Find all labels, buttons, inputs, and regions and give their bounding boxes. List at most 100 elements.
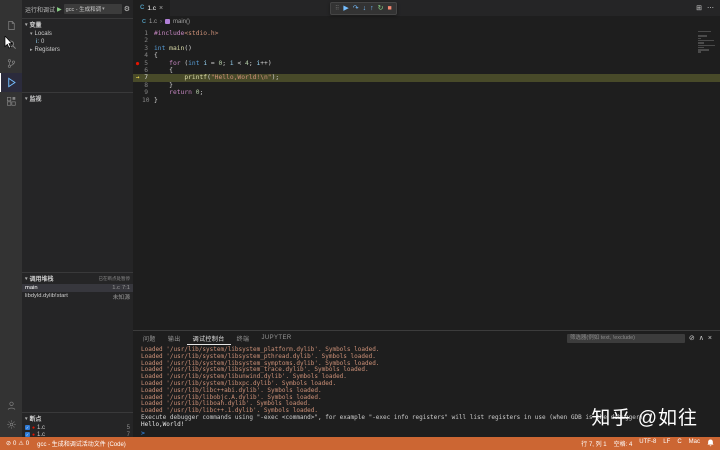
breakpoint-file: 1.c bbox=[37, 425, 45, 431]
restart-button[interactable]: ↻ bbox=[378, 5, 384, 12]
variable-item[interactable]: i:0 bbox=[22, 38, 133, 46]
code-editor[interactable]: 1#include<stdio.h>23int main()4{●5 for (… bbox=[133, 27, 720, 330]
code-text: #include<stdio.h> bbox=[154, 30, 218, 37]
code-line[interactable]: 2 bbox=[133, 37, 720, 44]
explorer-icon[interactable] bbox=[0, 16, 22, 35]
stack-frame[interactable]: libdyld.dylib!start未知源 bbox=[22, 292, 133, 300]
code-line[interactable]: 10} bbox=[133, 97, 720, 104]
gear-icon[interactable]: ⚙ bbox=[124, 5, 130, 13]
code-line[interactable]: ●5 for (int i = 0; i < 4; i++) bbox=[133, 60, 720, 67]
debug-target-status[interactable]: gcc - 生成和调试活动文件 (Code) bbox=[37, 439, 126, 448]
minimap-line bbox=[698, 45, 715, 46]
console-filter-input[interactable] bbox=[567, 334, 685, 343]
panel-tab-1[interactable]: 输出 bbox=[162, 331, 187, 345]
locals-group[interactable]: ▾ Locals bbox=[22, 30, 133, 38]
console-input[interactable]: > bbox=[133, 429, 720, 437]
panel-tab-3[interactable]: 终端 bbox=[231, 331, 256, 345]
variables-header[interactable]: ▾ 变量 bbox=[22, 19, 133, 30]
status-item-5[interactable]: Mac bbox=[689, 439, 700, 448]
breadcrumb-file[interactable]: 1.c bbox=[149, 19, 157, 25]
account-icon[interactable] bbox=[0, 396, 22, 415]
code-line[interactable]: 8 } bbox=[133, 82, 720, 89]
more-actions-icon[interactable]: ⋯ bbox=[707, 4, 714, 12]
drag-handle-icon[interactable]: ⠿ bbox=[335, 5, 339, 12]
step-over-button[interactable]: ↷ bbox=[353, 5, 359, 12]
code-token: () bbox=[184, 45, 192, 52]
step-into-button[interactable]: ↓ bbox=[363, 5, 367, 12]
status-item-0[interactable]: 行 7, 列 1 bbox=[581, 439, 606, 448]
warning-icon: ⚠ bbox=[18, 440, 23, 447]
debug-toolbar-buttons: ▶ ↷ ↓↑ ↻ ■ bbox=[343, 5, 391, 12]
panel-tab-2[interactable]: 调试控制台 bbox=[187, 331, 231, 345]
code-token: ; bbox=[200, 89, 204, 96]
tab-1c[interactable]: C 1.c × bbox=[133, 0, 170, 16]
settings-icon[interactable] bbox=[0, 415, 22, 434]
registers-group[interactable]: ▸ Registers bbox=[22, 46, 133, 54]
problems-status[interactable]: ⊘ 0 ⚠ 0 bbox=[6, 440, 29, 447]
call-stack-title: 调用堆栈 bbox=[30, 274, 54, 283]
code-token: ++) bbox=[260, 60, 271, 67]
panel-tab-0[interactable]: 问题 bbox=[137, 331, 162, 345]
panel-tab-bar: 问题输出调试控制台终端JUPYTER ⊘ ∧ × bbox=[133, 331, 720, 345]
status-item-4[interactable]: C bbox=[677, 439, 681, 448]
minimap-line bbox=[698, 38, 701, 39]
continue-button[interactable]: ▶ bbox=[343, 5, 348, 12]
sidebar-header: 运行和调试 ▶ gcc - 生成和调 ▾ ⚙ bbox=[22, 0, 133, 18]
code-line[interactable]: 9 return 0; bbox=[133, 89, 720, 96]
start-debugging-button[interactable]: ▶ bbox=[57, 6, 62, 13]
breakpoints-section: ▾ 断点 ✓●1.c5✓●1.c7 bbox=[22, 412, 133, 437]
debug-config-dropdown[interactable]: gcc - 生成和调 ▾ bbox=[64, 4, 122, 14]
code-line[interactable]: 1#include<stdio.h> bbox=[133, 30, 720, 37]
clear-console-icon[interactable]: ⊘ bbox=[689, 334, 695, 342]
close-tab-icon[interactable]: × bbox=[159, 5, 163, 12]
run-and-debug-icon[interactable] bbox=[0, 73, 22, 92]
frame-file: 1.c bbox=[112, 285, 120, 291]
status-item-1[interactable]: 空格: 4 bbox=[614, 439, 633, 448]
chevron-right-icon: ▸ bbox=[30, 47, 33, 53]
watch-header[interactable]: ▾ 监视 bbox=[22, 93, 133, 104]
c-file-icon: C bbox=[142, 19, 146, 25]
split-editor-icon[interactable]: ⊞ bbox=[696, 4, 702, 12]
bell-icon[interactable] bbox=[707, 439, 714, 449]
code-token: int bbox=[188, 60, 199, 67]
panel-tab-4[interactable]: JUPYTER bbox=[255, 331, 297, 345]
frame-position: 7:1 bbox=[122, 285, 130, 291]
code-text: int main() bbox=[154, 45, 192, 52]
breakpoints-list: ✓●1.c5✓●1.c7 bbox=[22, 424, 133, 437]
breakpoints-header[interactable]: ▾ 断点 bbox=[22, 413, 133, 424]
status-item-3[interactable]: LF bbox=[663, 439, 670, 448]
line-number: 4 bbox=[142, 52, 154, 59]
code-token bbox=[154, 89, 169, 96]
minimap[interactable] bbox=[696, 30, 718, 54]
stop-button[interactable]: ■ bbox=[388, 5, 392, 12]
code-line[interactable]: 6 { bbox=[133, 67, 720, 74]
breakpoint-dot-icon[interactable]: ● bbox=[136, 61, 139, 67]
minimap-line bbox=[698, 40, 714, 41]
code-text: } bbox=[154, 97, 158, 104]
code-text: { bbox=[154, 52, 158, 59]
registers-label: Registers bbox=[35, 47, 60, 53]
maximize-panel-icon[interactable]: ∧ bbox=[699, 334, 704, 342]
breadcrumb[interactable]: C 1.c › main() bbox=[133, 16, 720, 27]
code-line[interactable]: 3int main() bbox=[133, 45, 720, 52]
step-out-button[interactable]: ↑ bbox=[370, 5, 374, 12]
breadcrumb-symbol[interactable]: main() bbox=[173, 19, 190, 25]
breakpoint-item[interactable]: ✓●1.c5 bbox=[22, 424, 133, 431]
extensions-icon[interactable] bbox=[0, 92, 22, 111]
close-panel-icon[interactable]: × bbox=[708, 335, 712, 342]
call-stack-header[interactable]: ▾ 调用堆栈 已在断点处暂停 bbox=[22, 273, 133, 284]
status-right: 行 7, 列 1 空格: 4 UTF-8 LF C Mac bbox=[581, 439, 714, 449]
status-item-2[interactable]: UTF-8 bbox=[639, 439, 656, 448]
variables-section: ▾ 变量 ▾ Locals i:0 ▸ Registers bbox=[22, 18, 133, 92]
code-line[interactable]: 4{ bbox=[133, 52, 720, 59]
stack-frame[interactable]: main 1.c7:1 bbox=[22, 284, 133, 292]
minimap-line bbox=[698, 51, 701, 52]
code-token: } bbox=[154, 82, 173, 89]
frame-name: main bbox=[25, 285, 38, 291]
code-token: } bbox=[154, 97, 158, 104]
gutter bbox=[133, 82, 142, 89]
source-control-icon[interactable] bbox=[0, 54, 22, 73]
code-line[interactable]: →7 printf("Hello,World!\n"); bbox=[133, 74, 720, 81]
code-token: int bbox=[154, 45, 165, 52]
breakpoint-checkbox[interactable]: ✓ bbox=[25, 425, 30, 430]
